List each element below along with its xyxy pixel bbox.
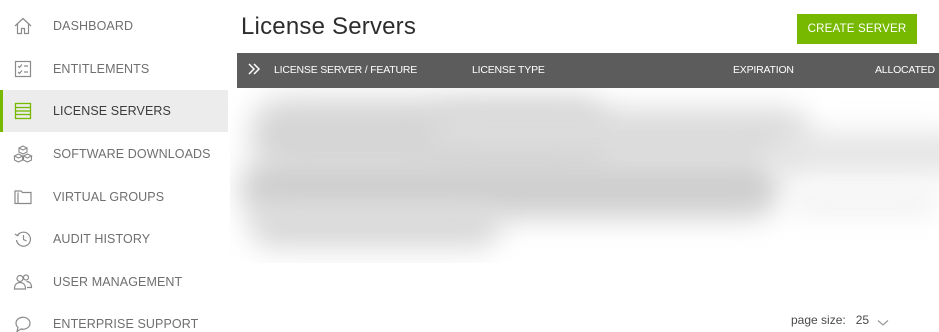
users-icon (13, 272, 33, 292)
sidebar-item-label: ENTITLEMENTS (53, 62, 150, 76)
sidebar-item-license-servers[interactable]: LICENSE SERVERS (0, 90, 228, 132)
sidebar: DASHBOARD ENTITLEMENTS LICENSE SERVERS S… (0, 0, 228, 332)
sidebar-item-audit-history[interactable]: AUDIT HISTORY (0, 218, 228, 260)
sidebar-item-label: DASHBOARD (53, 19, 134, 33)
sidebar-item-label: USER MANAGEMENT (53, 275, 183, 289)
boxes-icon (13, 144, 33, 164)
home-icon (13, 16, 33, 36)
create-server-button[interactable]: CREATE SERVER (797, 14, 917, 44)
column-header-license-type[interactable]: LICENSE TYPE (472, 64, 545, 76)
column-header-expiration[interactable]: EXPIRATION (733, 64, 794, 76)
server-list-icon (13, 101, 33, 121)
sidebar-item-label: LICENSE SERVERS (53, 104, 171, 118)
sidebar-item-label: VIRTUAL GROUPS (53, 190, 165, 204)
folder-icon (13, 187, 33, 207)
sidebar-item-label: SOFTWARE DOWNLOADS (53, 147, 211, 161)
sidebar-item-label: AUDIT HISTORY (53, 232, 151, 246)
sidebar-item-user-management[interactable]: USER MANAGEMENT (0, 261, 228, 303)
checklist-icon (13, 59, 33, 79)
page-size-control: page size: 25 (791, 313, 889, 327)
page-size-label: page size: (791, 313, 846, 327)
sidebar-item-label: ENTERPRISE SUPPORT (53, 317, 199, 331)
history-icon (13, 229, 33, 249)
page-size-select[interactable]: 25 (856, 313, 869, 327)
column-header-license-server[interactable]: LICENSE SERVER / FEATURE (274, 64, 417, 76)
table-body-redacted (230, 88, 939, 263)
sidebar-item-enterprise-support[interactable]: ENTERPRISE SUPPORT (0, 303, 228, 332)
sidebar-item-virtual-groups[interactable]: VIRTUAL GROUPS (0, 176, 228, 218)
sidebar-item-entitlements[interactable]: ENTITLEMENTS (0, 48, 228, 90)
sidebar-item-software-downloads[interactable]: SOFTWARE DOWNLOADS (0, 133, 228, 175)
sidebar-item-dashboard[interactable]: DASHBOARD (0, 5, 228, 47)
expand-all-icon[interactable] (247, 62, 261, 76)
column-header-allocated[interactable]: ALLOCATED (875, 64, 935, 76)
support-chat-icon (13, 314, 33, 332)
table-header: LICENSE SERVER / FEATURE LICENSE TYPE EX… (237, 53, 939, 88)
page-title: License Servers (241, 13, 417, 40)
chevron-down-icon[interactable] (877, 316, 889, 326)
